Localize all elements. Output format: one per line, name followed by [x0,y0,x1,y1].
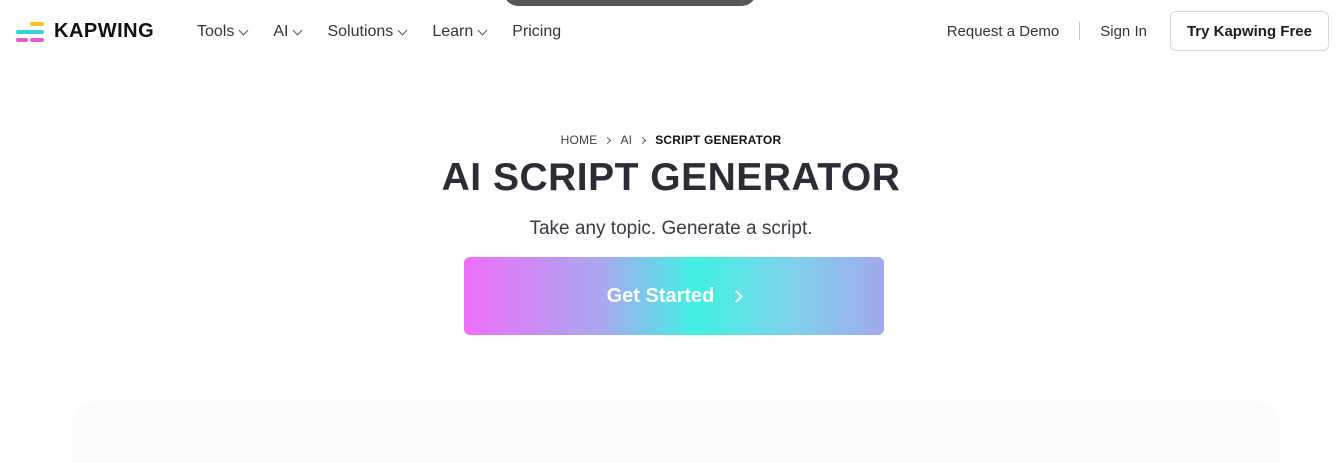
chevron-down-icon [293,25,303,35]
preview-panel [72,402,1280,463]
logo-bar-pink-left [16,37,28,42]
header-divider [1079,22,1081,40]
header-actions: Request a Demo Sign In Try Kapwing Free [947,11,1329,51]
get-started-button[interactable]: Get Started [464,257,884,335]
nav-item-label: Solutions [327,23,394,40]
try-kapwing-free-button[interactable]: Try Kapwing Free [1169,11,1329,51]
page-title: AI SCRIPT GENERATOR [441,156,901,199]
chevron-right-icon [730,289,744,303]
nav-item-learn[interactable]: Learn [432,23,488,41]
logo-bar-teal [16,29,44,34]
nav-item-ai[interactable]: AI [273,23,303,41]
nav-item-pricing[interactable]: Pricing [512,23,561,41]
page: KAPWING Tools AI Solutions Learn Pricing [0,0,1342,463]
chevron-right-icon [639,136,647,144]
get-started-label: Get Started [606,284,715,307]
nav-item-tools[interactable]: Tools [197,23,249,41]
breadcrumb-ai[interactable]: AI [620,133,632,147]
breadcrumb: HOME AI SCRIPT GENERATOR [0,133,1342,147]
logo-bar-pink-right [30,37,44,42]
nav-item-label: Learn [432,23,474,40]
sign-in-link[interactable]: Sign In [1100,23,1147,40]
chevron-down-icon [238,25,249,35]
breadcrumb-home[interactable]: HOME [561,133,598,147]
logo-icon [16,21,46,43]
main-nav: Tools AI Solutions Learn Pricing [197,0,587,64]
chevron-down-icon [397,25,408,35]
logo-bar-yellow [30,21,44,26]
kapwing-logo[interactable]: KAPWING [16,20,154,43]
site-header: KAPWING Tools AI Solutions Learn Pricing [0,0,1342,64]
logo-wordmark: KAPWING [54,20,155,42]
request-demo-link[interactable]: Request a Demo [947,23,1060,40]
nav-item-label: AI [273,23,289,40]
chevron-right-icon [604,136,612,144]
chevron-down-icon [477,25,488,35]
nav-item-solutions[interactable]: Solutions [327,23,408,41]
nav-item-label: Pricing [512,23,562,40]
page-subtitle: Take any topic. Generate a script. [529,218,813,239]
nav-item-label: Tools [197,23,235,40]
breadcrumb-current: SCRIPT GENERATOR [655,133,782,147]
